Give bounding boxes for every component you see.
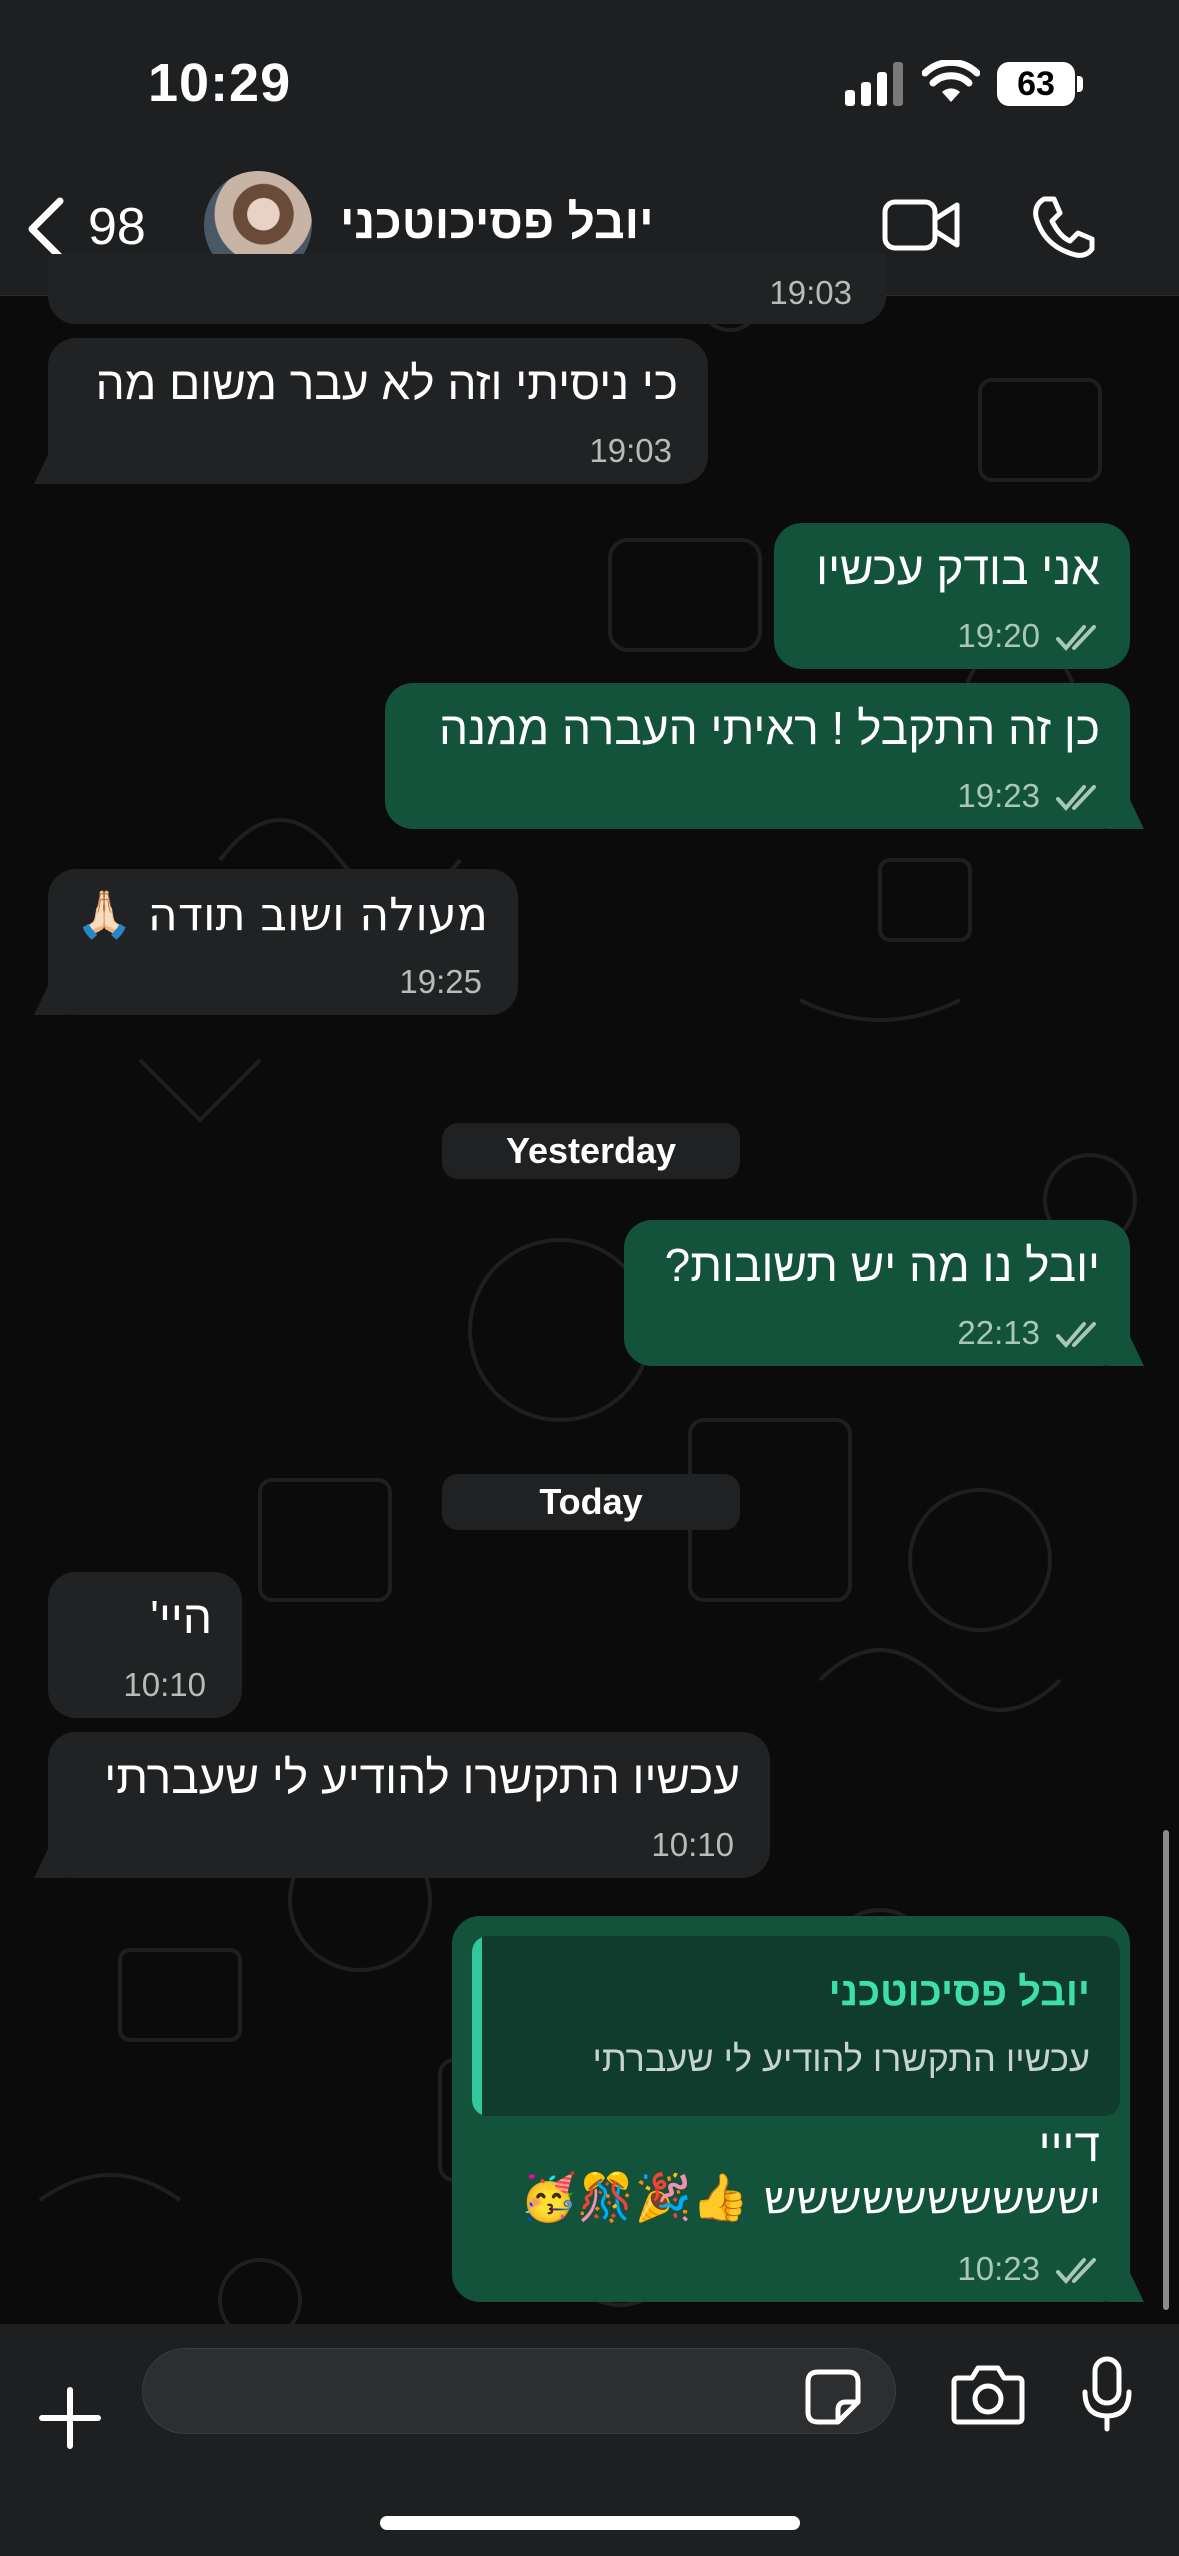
home-indicator	[380, 2516, 800, 2530]
message-time: 10:23	[957, 2250, 1040, 2287]
status-bar: 10:29 63	[0, 0, 1179, 165]
video-call-icon[interactable]	[882, 197, 960, 253]
message-bubble-incoming[interactable]: עכשיו התקשרו להודיע לי שעברתי 10:10	[34, 1732, 770, 1878]
message-bubble-outgoing[interactable]: כן זה התקבל ! ראיתי העברה ממנה 19:23	[385, 683, 1144, 829]
message-bubble-incoming[interactable]: 19:03	[48, 254, 886, 324]
back-icon[interactable]	[22, 197, 72, 261]
message-bubble-outgoing[interactable]: יובל נו מה יש תשובות? 22:13	[624, 1220, 1144, 1366]
scrollbar[interactable]	[1163, 1830, 1169, 2310]
message-text-line1: דייי	[1038, 2119, 1100, 2171]
composer-bar	[0, 2324, 1179, 2556]
message-time: 19:03	[769, 274, 852, 311]
day-separator-yesterday: Yesterday	[442, 1123, 740, 1179]
battery-tip	[1077, 76, 1083, 92]
message-time: 10:10	[651, 1826, 734, 1863]
plus-icon[interactable]	[38, 2386, 102, 2450]
mic-icon[interactable]	[1080, 2356, 1134, 2432]
message-bubble-incoming[interactable]: היי' 10:10	[48, 1572, 242, 1718]
message-time: 10:10	[123, 1666, 206, 1703]
message-bubble-incoming[interactable]: כי ניסיתי וזה לא עבר משום מה 19:03	[34, 338, 708, 484]
message-text: כי ניסיתי וזה לא עבר משום מה	[95, 357, 678, 409]
status-time: 10:29	[148, 53, 292, 113]
battery-indicator: 63	[997, 62, 1075, 106]
message-bubble-outgoing[interactable]: אני בודק עכשיו 19:20	[774, 523, 1130, 669]
double-check-icon	[1056, 2258, 1096, 2285]
message-text: אני בודק עכשיו	[816, 542, 1100, 594]
message-time: 19:25	[399, 963, 482, 1000]
quoted-message[interactable]: יובל פסיכוטכני עכשיו התקשרו להודיע לי שע…	[472, 1936, 1120, 2116]
camera-icon[interactable]	[950, 2364, 1026, 2426]
message-text: כן זה התקבל ! ראיתי העברה ממנה	[438, 702, 1100, 754]
contact-name[interactable]: יובל פסיכוטכני	[340, 195, 654, 250]
quote-accent-bar	[472, 1936, 482, 2116]
quoted-text: עכשיו התקשרו להודיע לי שעברתי	[592, 2038, 1090, 2079]
message-time: 22:13	[957, 1314, 1040, 1351]
message-time: 19:20	[957, 617, 1040, 654]
message-time: 19:03	[589, 432, 672, 469]
message-time: 19:23	[957, 777, 1040, 814]
double-check-icon	[1056, 625, 1096, 652]
double-check-icon	[1056, 1322, 1096, 1349]
message-text: מעולה ושוב תודה 🙏🏻	[75, 887, 488, 941]
unread-count[interactable]: 98	[88, 197, 146, 257]
message-text-line2: ישששששששששש 👍🎉🎊🥳	[520, 2170, 1100, 2224]
message-input[interactable]	[142, 2348, 896, 2434]
wifi-icon	[922, 60, 980, 102]
double-check-icon	[1056, 785, 1096, 812]
message-text: יובל נו מה יש תשובות?	[664, 1239, 1100, 1291]
sticker-icon[interactable]	[804, 2368, 862, 2426]
quoted-sender-name: יובל פסיכוטכני	[828, 1970, 1090, 2014]
message-text: עכשיו התקשרו להודיע לי שעברתי	[104, 1751, 740, 1803]
message-bubble-outgoing-reply[interactable]: יובל פסיכוטכני עכשיו התקשרו להודיע לי שע…	[452, 1916, 1144, 2302]
cellular-signal-icon	[845, 62, 903, 106]
message-bubble-incoming[interactable]: מעולה ושוב תודה 🙏🏻 19:25	[34, 869, 518, 1015]
day-separator-today: Today	[442, 1474, 740, 1530]
message-text: היי'	[150, 1591, 212, 1643]
phone-icon[interactable]	[1030, 195, 1096, 261]
